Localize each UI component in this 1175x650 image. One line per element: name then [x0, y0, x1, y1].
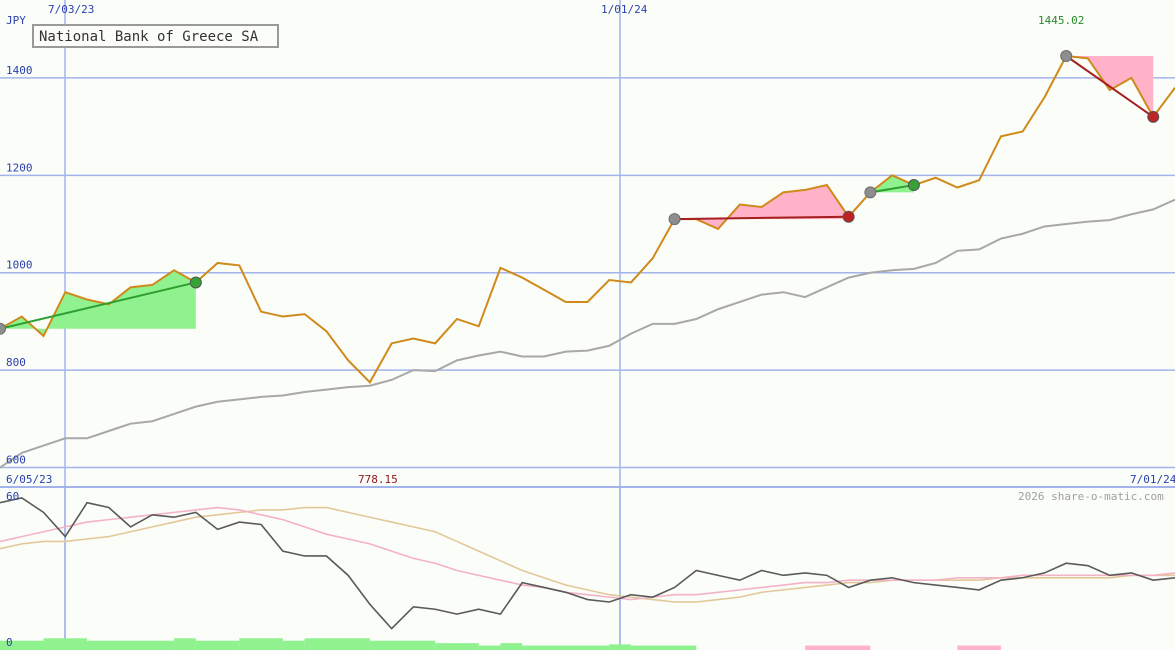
osc-start-date: 6/05/23: [6, 473, 52, 486]
chart-canvas: 600800100012001400 JPY 7/03/23 1/01/24 1…: [0, 0, 1175, 650]
osc-bar-5: [239, 638, 283, 650]
osc-bar-8: [369, 640, 436, 650]
osc-bar-7: [304, 638, 370, 650]
osc-end-date: 7/01/24: [1130, 473, 1175, 486]
chart-title: National Bank of Greece SA: [39, 29, 259, 45]
price-tick-label-600: 600: [6, 454, 26, 467]
trade-entry-marker-3: [1060, 50, 1073, 63]
osc-bar-4: [195, 640, 240, 650]
osc-bar-9: [435, 643, 479, 650]
trade-exit-marker-3: [1147, 110, 1160, 123]
date-label-jul-2023: 7/03/23: [48, 3, 94, 16]
date-label-jan-2024: 1/01/24: [601, 3, 648, 16]
osc-bar-11: [500, 643, 523, 650]
osc-marker-value: 778.15: [358, 473, 398, 486]
osc-bar-1: [43, 638, 88, 650]
osc-bar-15: [805, 645, 871, 650]
price-tick-label-1200: 1200: [6, 161, 33, 174]
osc-tick-60: 60: [6, 490, 19, 503]
osc-bar-2: [87, 640, 175, 650]
osc-bar-12: [522, 645, 610, 650]
price-tick-label-800: 800: [6, 356, 26, 369]
trade-exit-marker-2: [907, 179, 920, 192]
trade-entry-marker-2: [864, 186, 877, 199]
currency-label: JPY: [6, 14, 26, 27]
osc-bar-13: [609, 644, 632, 650]
peak-value-label: 1445.02: [1038, 14, 1084, 27]
trade-exit-marker-1: [842, 210, 855, 223]
trade-exit-marker-0: [189, 276, 202, 289]
osc-bar-14: [631, 645, 697, 650]
price-tick-label-1000: 1000: [6, 259, 33, 272]
trade-entry-marker-1: [668, 213, 681, 226]
osc-tick-0: 0: [6, 636, 13, 649]
osc-bar-6: [282, 640, 305, 650]
copyright-label: 2026 share-o-matic.com: [1018, 490, 1164, 503]
osc-bar-16: [957, 645, 1001, 650]
osc-bar-10: [478, 645, 501, 650]
osc-bar-3: [174, 638, 196, 650]
price-tick-label-1400: 1400: [6, 64, 33, 77]
